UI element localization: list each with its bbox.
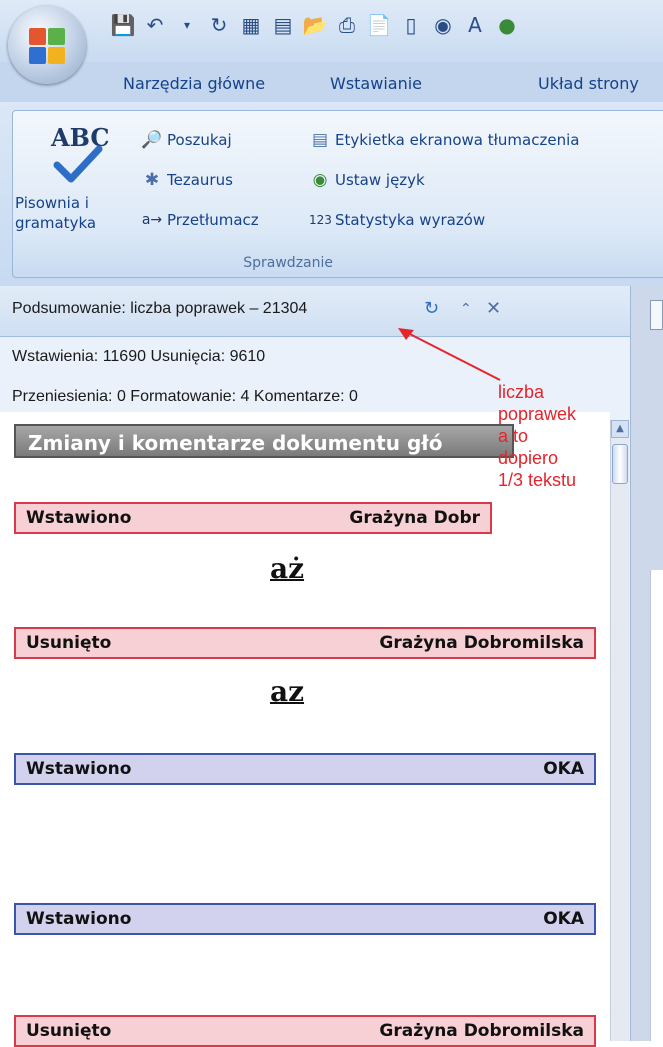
translate-icon: a→: [141, 212, 163, 228]
screentip-label: Etykietka ekranowa tłumaczenia: [335, 131, 580, 149]
word-count-icon: 123: [309, 213, 332, 227]
thesaurus-button[interactable]: ✱ Tezaurus: [141, 169, 233, 191]
change-type: Wstawiono: [26, 508, 132, 528]
checkmark-icon: [53, 145, 103, 183]
ribbon: ABC Pisownia i gramatyka 🔎 Poszukaj ✱ Te…: [0, 102, 663, 286]
redo-icon[interactable]: ↻: [206, 12, 232, 38]
annotation-line: 1/3 tekstu: [498, 470, 577, 490]
scroll-up-icon[interactable]: ▲: [611, 420, 629, 438]
ribbon-tabs: Narzędzia główne Wstawianie Układ strony: [0, 62, 663, 103]
save-icon[interactable]: 💾: [110, 12, 136, 38]
change-author: OKA: [543, 759, 584, 779]
refresh-icon[interactable]: ↻: [424, 300, 439, 318]
thesaurus-icon: ✱: [144, 170, 160, 190]
summary-line-2: Przeniesienia: 0 Formatowanie: 4 Komenta…: [12, 388, 358, 405]
chevron-down-icon[interactable]: ▾: [174, 12, 200, 38]
research-icon: 🔎: [141, 130, 163, 150]
image-icon[interactable]: ▦: [238, 12, 264, 38]
quick-access-toolbar: 💾 ↶ ▾ ↻ ▦ ▤ 📂 ⎙ 📄 ▯ ◉ A ●: [110, 10, 520, 40]
screentip-icon: ▤: [311, 130, 329, 150]
group-label: Sprawdzanie: [243, 255, 333, 271]
set-language-label: Ustaw język: [335, 171, 425, 189]
font-color-icon[interactable]: A: [462, 12, 488, 38]
proofing-group: ABC Pisownia i gramatyka 🔎 Poszukaj ✱ Te…: [12, 110, 663, 278]
tab-insert[interactable]: Wstawianie: [330, 74, 422, 93]
summary-line-1: Wstawienia: 11690 Usunięcia: 9610: [12, 348, 266, 365]
pane-scrollbar[interactable]: ▲: [610, 420, 629, 1041]
tab-home[interactable]: Narzędzia główne: [123, 74, 265, 93]
help-icon[interactable]: ◉: [430, 12, 456, 38]
change-author: Grażyna Dobromilska: [379, 633, 584, 653]
change-header[interactable]: Usunięto Grażyna Dobromilska: [14, 627, 596, 659]
word-count-label: Statystyka wyrazów: [335, 211, 486, 229]
word-count-button[interactable]: 123 Statystyka wyrazów: [309, 209, 485, 231]
new-document-icon[interactable]: ▯: [398, 12, 424, 38]
change-type: Wstawiono: [26, 909, 132, 929]
open-folder-icon[interactable]: 📂: [302, 12, 328, 38]
title-bar: 💾 ↶ ▾ ↻ ▦ ▤ 📂 ⎙ 📄 ▯ ◉ A ●: [0, 0, 663, 62]
research-label: Poszukaj: [167, 131, 232, 149]
globe-language-icon: ◉: [312, 170, 328, 190]
thesaurus-label: Tezaurus: [167, 171, 233, 189]
change-type: Wstawiono: [26, 759, 132, 779]
undo-icon[interactable]: ↶: [142, 12, 168, 38]
translate-button[interactable]: a→ Przetłumacz: [141, 209, 259, 231]
document-page-edge: [650, 570, 663, 1041]
change-type: Usunięto: [26, 633, 112, 653]
spelling-label-line2: gramatyka: [15, 214, 97, 232]
close-icon[interactable]: ✕: [486, 300, 501, 318]
change-header[interactable]: Usunięto Grażyna Dobromilska: [14, 1015, 596, 1047]
collapse-icon[interactable]: ⌃: [460, 302, 472, 316]
change-header[interactable]: Wstawiono Grażyna Dobr: [14, 502, 492, 534]
change-author: OKA: [543, 909, 584, 929]
research-button[interactable]: 🔎 Poszukaj: [141, 129, 232, 151]
scroll-thumb[interactable]: [612, 444, 628, 484]
annotation-arrow: [398, 328, 501, 381]
document-changes-header: Zmiany i komentarze dokumentu głó: [14, 424, 514, 458]
document-icon[interactable]: 📄: [366, 12, 392, 38]
change-author: Grażyna Dobr: [349, 508, 480, 528]
translation-screentip-button[interactable]: ▤ Etykietka ekranowa tłumaczenia: [309, 129, 579, 151]
change-text: aż: [270, 552, 305, 585]
change-text: az: [270, 675, 305, 708]
annotation-line: a to: [498, 426, 529, 446]
annotation-line: dopiero: [498, 448, 559, 468]
change-header[interactable]: Wstawiono OKA: [14, 753, 596, 785]
ruler-icon[interactable]: [650, 300, 663, 330]
print-icon[interactable]: ⎙: [334, 12, 360, 38]
office-button[interactable]: [8, 6, 86, 84]
spelling-label-line1: Pisownia i: [15, 194, 89, 212]
spelling-grammar-button[interactable]: ABC Pisownia i gramatyka: [15, 123, 125, 243]
globe-icon[interactable]: ●: [494, 12, 520, 38]
set-language-button[interactable]: ◉ Ustaw język: [309, 169, 425, 191]
preview-icon[interactable]: ▤: [270, 12, 296, 38]
annotation-text: liczba poprawek a to dopiero 1/3 tekstu: [498, 381, 576, 491]
change-header[interactable]: Wstawiono OKA: [14, 903, 596, 935]
annotation-line: liczba: [498, 382, 545, 402]
annotation-line: poprawek: [498, 404, 577, 424]
tab-page-layout[interactable]: Układ strony: [538, 74, 639, 93]
office-logo-icon: [29, 28, 65, 64]
translate-label: Przetłumacz: [167, 211, 259, 229]
pane-title: Podsumowanie: liczba poprawek – 21304: [12, 300, 308, 317]
pane-header: Podsumowanie: liczba poprawek – 21304 ↻ …: [0, 286, 630, 337]
